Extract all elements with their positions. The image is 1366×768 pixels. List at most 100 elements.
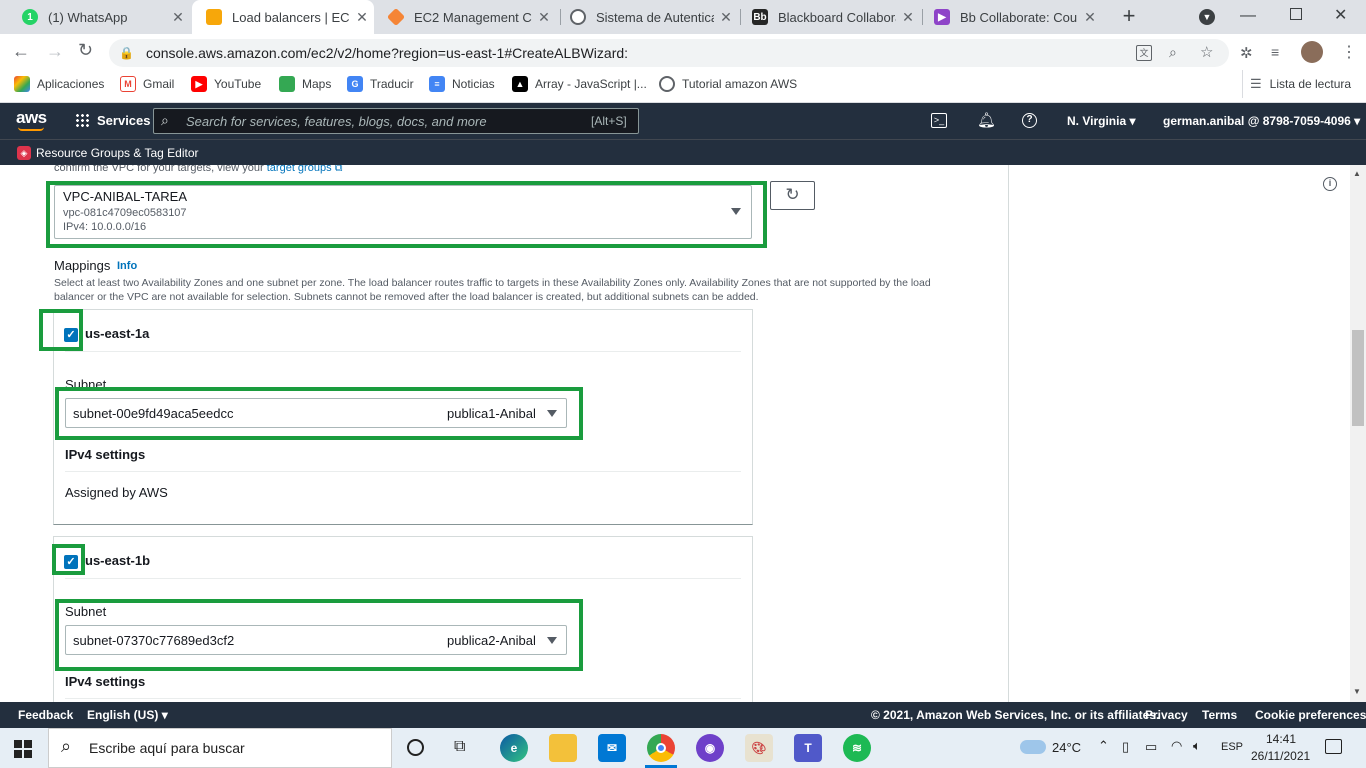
battery-icon[interactable]: ▭ bbox=[1145, 739, 1157, 755]
refresh-button[interactable]: ↻ bbox=[770, 181, 815, 210]
window-close-button[interactable]: ✕ bbox=[1334, 5, 1347, 25]
omnibox[interactable]: 🔒 console.aws.amazon.com/ec2/v2/home?reg… bbox=[109, 39, 1229, 67]
tab-ec2-management[interactable]: EC2 Management Con ✕ bbox=[374, 0, 556, 34]
subnet-label: Subnet bbox=[65, 604, 107, 619]
github-icon[interactable]: ◉ bbox=[696, 734, 724, 762]
search-shortcut: [Alt+S] bbox=[591, 114, 627, 128]
aws-box-icon bbox=[206, 9, 222, 25]
tab-whatsapp[interactable]: 1 (1) WhatsApp ✕ bbox=[8, 0, 190, 34]
weather-cloud-icon[interactable] bbox=[1020, 740, 1046, 754]
resource-groups-link[interactable]: Resource Groups & Tag Editor bbox=[36, 146, 199, 160]
clock-date[interactable]: 26/11/2021 bbox=[1251, 749, 1310, 763]
target-groups-link[interactable]: target groups bbox=[267, 165, 332, 174]
device-icon[interactable]: ▯ bbox=[1122, 739, 1129, 755]
info-panel-icon[interactable]: i bbox=[1323, 177, 1337, 191]
vpc-select[interactable]: VPC-ANIBAL-TAREA vpc-081c4709ec0583107 I… bbox=[54, 185, 752, 239]
mail-icon[interactable]: ✉ bbox=[598, 734, 626, 762]
back-arrow-icon[interactable]: ← bbox=[12, 41, 30, 62]
services-menu[interactable]: Services bbox=[97, 113, 151, 128]
cookie-preferences-link[interactable]: Cookie preferences bbox=[1255, 708, 1366, 722]
subnet-select-us-east-1a[interactable]: subnet-00e9fd49aca5eedcc publica1-Anibal bbox=[65, 398, 567, 428]
restore-button[interactable] bbox=[1290, 8, 1302, 20]
bookmark-maps[interactable]: Maps bbox=[279, 70, 331, 98]
cortana-icon[interactable] bbox=[407, 739, 424, 756]
spotify-icon[interactable]: ≋ bbox=[843, 734, 871, 762]
privacy-link[interactable]: Privacy bbox=[1145, 708, 1188, 722]
bookmark-aplicaciones[interactable]: Aplicaciones bbox=[14, 70, 104, 98]
aws-logo[interactable]: aws bbox=[16, 108, 47, 128]
reload-icon[interactable]: ↻ bbox=[78, 40, 93, 61]
vpc-id: vpc-081c4709ec0583107 bbox=[63, 207, 187, 219]
zone-checkbox-us-east-1a[interactable]: ✓ bbox=[64, 328, 78, 342]
taskbar-search[interactable]: ⌕ Escribe aquí para buscar bbox=[48, 728, 392, 768]
close-icon[interactable]: ✕ bbox=[350, 9, 374, 26]
close-icon[interactable]: ✕ bbox=[166, 9, 190, 26]
bookmark-noticias[interactable]: ≡ Noticias bbox=[429, 70, 495, 98]
teams-icon[interactable]: T bbox=[794, 734, 822, 762]
tab-bb-collaborate[interactable]: ▶ Bb Collaborate: Course ✕ bbox=[920, 0, 1102, 34]
bookmark-tutorial-aws[interactable]: Tutorial amazon AWS bbox=[659, 70, 797, 98]
copyright: © 2021, Amazon Web Services, Inc. or its… bbox=[871, 708, 1160, 722]
chevron-down-icon bbox=[547, 637, 557, 644]
bookmark-array-javascript[interactable]: ▲ Array - JavaScript |... bbox=[512, 70, 647, 98]
tab-load-balancers[interactable]: Load balancers | EC2 M ✕ bbox=[192, 0, 374, 34]
paint-icon[interactable]: 🎨︎ bbox=[745, 734, 773, 762]
wifi-icon[interactable]: ◠ bbox=[1171, 738, 1182, 754]
file-explorer-icon[interactable] bbox=[549, 734, 577, 762]
tab-title: (1) WhatsApp bbox=[48, 9, 128, 25]
windows-start-icon[interactable] bbox=[14, 740, 32, 758]
account-menu[interactable]: german.anibal @ 8798-7059-4096 ▾ bbox=[1163, 114, 1360, 128]
language-selector[interactable]: English (US) ▾ bbox=[87, 708, 168, 722]
mappings-desc-1: Select at least two Availability Zones a… bbox=[54, 277, 931, 289]
notifications-bell-icon[interactable]: 🔔︎ bbox=[977, 111, 996, 129]
extensions-puzzle-icon[interactable]: ✲ bbox=[1240, 44, 1253, 62]
search-icon: ⌕ bbox=[61, 736, 72, 756]
info-link[interactable]: Info bbox=[117, 260, 137, 272]
edge-icon[interactable]: e bbox=[500, 734, 528, 762]
forward-arrow-icon[interactable]: → bbox=[46, 41, 64, 62]
minimize-button[interactable]: — bbox=[1240, 7, 1256, 25]
bookmark-youtube[interactable]: ▶ YouTube bbox=[191, 70, 261, 98]
help-icon[interactable]: ? bbox=[1022, 113, 1037, 128]
task-view-icon[interactable]: ⧉ bbox=[454, 738, 465, 756]
tab-blackboard[interactable]: Bb Blackboard Collaborat ✕ bbox=[738, 0, 920, 34]
avatar[interactable] bbox=[1301, 41, 1323, 63]
gmail-icon: M bbox=[120, 76, 136, 92]
zone-checkbox-us-east-1b[interactable]: ✓ bbox=[64, 555, 78, 569]
close-icon[interactable]: ✕ bbox=[714, 9, 738, 26]
zoom-icon[interactable]: ⌕ bbox=[1169, 44, 1177, 61]
new-tab-button[interactable]: + bbox=[1117, 4, 1141, 28]
notifications-center-icon[interactable] bbox=[1325, 739, 1342, 754]
clock-time[interactable]: 14:41 bbox=[1266, 732, 1296, 746]
media-queue-icon[interactable]: ≡ bbox=[1271, 44, 1279, 60]
bookmark-star-icon[interactable]: ☆ bbox=[1200, 43, 1213, 61]
chrome-menu-icon[interactable]: ⋮ bbox=[1341, 42, 1357, 62]
tab-search-icon[interactable]: ▼ bbox=[1199, 9, 1215, 25]
region-selector[interactable]: N. Virginia ▾ bbox=[1067, 114, 1136, 128]
terms-link[interactable]: Terms bbox=[1202, 708, 1237, 722]
zone-name: us-east-1b bbox=[85, 553, 151, 568]
cloudshell-icon[interactable]: >_ bbox=[931, 113, 947, 128]
scrollbar-thumb[interactable] bbox=[1352, 330, 1364, 426]
tab-sistema-autenticacion[interactable]: Sistema de Autenticac ✕ bbox=[556, 0, 738, 34]
bookmark-traducir[interactable]: G Traducir bbox=[347, 70, 414, 98]
close-icon[interactable]: ✕ bbox=[532, 9, 556, 26]
translate-page-icon[interactable]: 文 bbox=[1136, 45, 1152, 61]
vpc-hint: confirm the VPC for your targets, view y… bbox=[54, 165, 343, 175]
tab-title: Load balancers | EC2 M bbox=[232, 9, 350, 25]
weather-temp[interactable]: 24°C bbox=[1052, 740, 1081, 755]
scrollbar[interactable]: ▲ ▼ bbox=[1350, 165, 1366, 702]
bookmark-gmail[interactable]: M Gmail bbox=[120, 70, 174, 98]
chevron-up-icon[interactable]: ⌃ bbox=[1098, 738, 1109, 754]
aws-search-box[interactable]: ⌕ Search for services, features, blogs, … bbox=[153, 108, 639, 134]
feedback-link[interactable]: Feedback bbox=[18, 708, 73, 722]
subnet-select-us-east-1b[interactable]: subnet-07370c77689ed3cf2 publica2-Anibal bbox=[65, 625, 567, 655]
external-link-icon[interactable]: ⧉ bbox=[335, 165, 343, 174]
volume-icon[interactable]: 🔈︎ bbox=[1193, 738, 1201, 754]
close-icon[interactable]: ✕ bbox=[896, 9, 920, 26]
language-indicator[interactable]: ESP bbox=[1221, 741, 1243, 753]
reading-list[interactable]: ☰ Lista de lectura bbox=[1250, 70, 1351, 98]
close-icon[interactable]: ✕ bbox=[1078, 9, 1102, 26]
chrome-icon[interactable] bbox=[647, 734, 675, 762]
services-grid-icon[interactable] bbox=[75, 113, 89, 127]
